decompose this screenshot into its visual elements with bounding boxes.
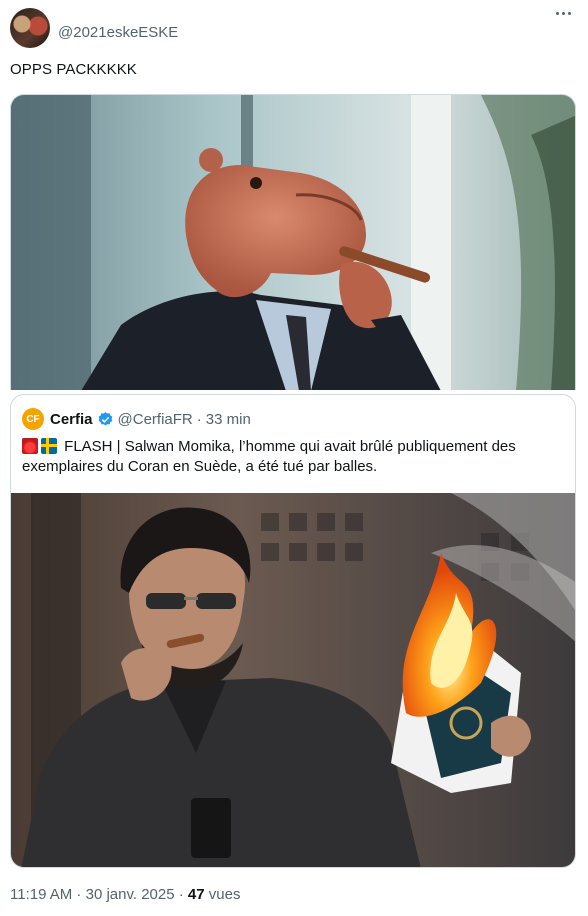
- tweet-time[interactable]: 11:19 AM: [10, 886, 72, 903]
- tweet-meta: 11:19 AM · 30 janv. 2025 · 47 vues: [10, 886, 240, 903]
- tweet-text: OPPS PACKKKKK: [10, 61, 137, 78]
- separator-dot: ·: [196, 410, 202, 428]
- quoted-tweet[interactable]: CF Cerfia @CerfiaFR · 33 min FLASH | Sal…: [10, 394, 576, 868]
- meta-separator: ·: [174, 886, 188, 903]
- views-label: vues: [204, 886, 241, 903]
- quoted-tweet-media-image[interactable]: [11, 493, 575, 867]
- cerfia-logo-icon[interactable]: CF: [22, 408, 44, 430]
- rotating-light-emoji: [22, 438, 38, 454]
- tweet-header: @2021eskeESKE: [10, 4, 580, 60]
- quoted-tweet-header: CF Cerfia @CerfiaFR · 33 min: [22, 408, 251, 430]
- quoted-tweet-time[interactable]: 33 min: [206, 411, 251, 428]
- views-count: 47: [187, 886, 205, 903]
- tweet-media-image[interactable]: [10, 94, 576, 390]
- verified-badge-icon: [98, 411, 112, 426]
- quoted-author-name[interactable]: Cerfia: [50, 411, 93, 428]
- tweet-date[interactable]: 30 janv. 2025: [86, 886, 175, 903]
- quoted-author-handle[interactable]: @CerfiaFR: [118, 411, 193, 428]
- sweden-flag-emoji: [41, 438, 57, 454]
- author-avatar[interactable]: [10, 8, 50, 48]
- author-handle[interactable]: @2021eskeESKE: [58, 24, 178, 41]
- meta-separator: ·: [72, 886, 86, 903]
- quoted-tweet-body: FLASH | Salwan Momika, l’homme qui avait…: [22, 438, 516, 475]
- more-icon[interactable]: [554, 10, 574, 20]
- quoted-tweet-text: FLASH | Salwan Momika, l’homme qui avait…: [22, 437, 562, 477]
